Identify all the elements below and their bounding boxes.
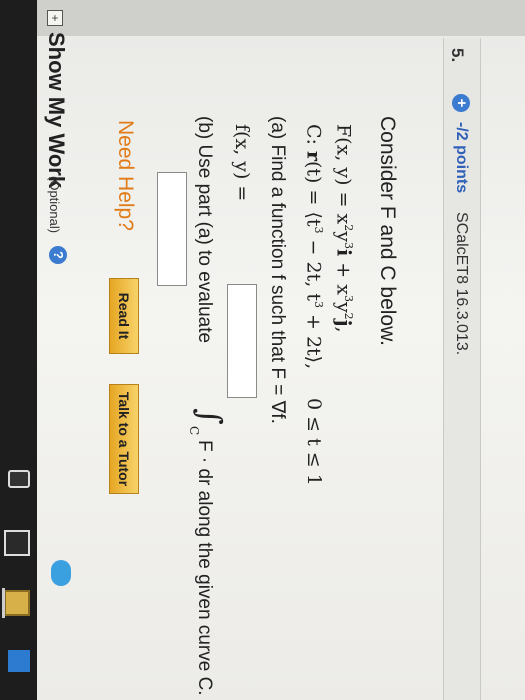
talk-to-tutor-button[interactable]: Talk to a Tutor bbox=[109, 384, 139, 494]
part-b-prompt: (b) Use part (a) to evaluate bbox=[194, 116, 215, 344]
vector-field-F: F(x, y) = x2y3i + x3y2j, bbox=[332, 124, 355, 333]
answer-a-label: f(x, y) = bbox=[231, 124, 253, 202]
show-work-plus-icon[interactable]: + bbox=[47, 10, 63, 26]
pin-icon[interactable] bbox=[8, 470, 30, 488]
read-it-button[interactable]: Read It bbox=[109, 278, 139, 354]
part-a-prompt: (a) Find a function f such that F = ∇f. bbox=[267, 116, 288, 424]
show-my-work-label[interactable]: Show My Work bbox=[43, 32, 69, 188]
optional-label: (Optional) bbox=[47, 176, 62, 234]
curve-C: C: r(t) = ⟨t3 − 2t, t3 + 2t⟩, bbox=[302, 124, 325, 370]
folder-icon[interactable] bbox=[4, 590, 30, 616]
need-help-label: Need Help? bbox=[114, 120, 137, 231]
question-points: -/2 points bbox=[453, 122, 470, 194]
part-b-continuation: F · dr along the given curve C. bbox=[194, 440, 215, 696]
browser-icon[interactable] bbox=[51, 560, 71, 586]
question-number: 5. bbox=[448, 48, 467, 63]
integral-subscript: C bbox=[187, 426, 201, 436]
active-app-indicator bbox=[2, 588, 5, 618]
problem-intro: Consider F and C below. bbox=[376, 116, 399, 346]
left-margin-strip bbox=[0, 0, 525, 36]
store-icon[interactable] bbox=[8, 650, 30, 672]
window-icon[interactable] bbox=[4, 530, 30, 556]
answer-b-input[interactable] bbox=[157, 172, 187, 286]
answer-a-input[interactable] bbox=[227, 284, 257, 398]
question-code: SCalcET8 16.3.013. bbox=[453, 212, 470, 356]
question-circle-icon[interactable]: ? bbox=[49, 246, 67, 264]
homework-screen: 5. + -/2 points SCalcET8 16.3.013. Consi… bbox=[0, 0, 525, 700]
expand-plus-icon[interactable]: + bbox=[452, 94, 470, 112]
integral-symbol: ∫ bbox=[191, 408, 229, 425]
parameter-range: 0 ≤ t ≤ 1 bbox=[303, 398, 325, 486]
